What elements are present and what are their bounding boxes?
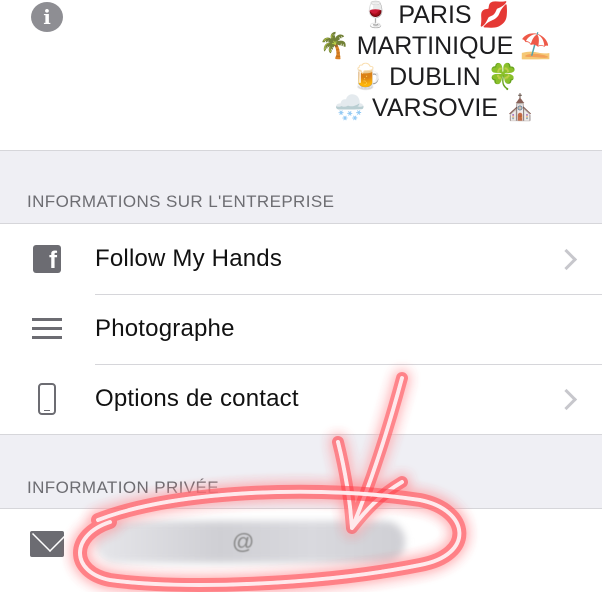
- category-label: Photographe: [95, 315, 235, 342]
- info-icon[interactable]: i: [31, 2, 63, 32]
- row-category: Photographe: [0, 294, 602, 364]
- bio-line-varsovie: 🌨️ VARSOVIE ⛪: [333, 94, 537, 122]
- facebook-page-label: Follow My Hands: [95, 245, 283, 272]
- company-info-group: f Follow My Hands Photographe Options de…: [0, 223, 602, 435]
- bio-line-paris: 🍷 PARIS 💋: [360, 1, 510, 29]
- contact-options-label: Options de contact: [95, 385, 299, 412]
- phone-icon: [30, 382, 64, 416]
- list-icon: [30, 312, 64, 346]
- mail-icon: [30, 527, 64, 561]
- company-section-header: INFORMATIONS SUR L'ENTREPRISE: [27, 192, 335, 211]
- row-email[interactable]: @: [0, 509, 602, 579]
- email-at-fragment: @: [232, 529, 255, 554]
- bio-line-dublin: 🍺 DUBLIN 🍀: [351, 63, 519, 91]
- bio-text: 🍷 PARIS 💋 🌴 MARTINIQUE ⛱️ 🍺 DUBLIN 🍀 🌨️ …: [300, 0, 570, 124]
- row-contact-options[interactable]: Options de contact: [0, 364, 602, 434]
- chevron-right-icon: [555, 388, 578, 410]
- chevron-right-icon: [555, 248, 578, 270]
- profile-bio-card: i 🍷 PARIS 💋 🌴 MARTINIQUE ⛱️ 🍺 DUBLIN 🍀 🌨…: [0, 0, 602, 151]
- private-info-group: @: [0, 508, 602, 599]
- row-facebook-page[interactable]: f Follow My Hands: [0, 224, 602, 294]
- private-section-header: INFORMATION PRIVÉE: [27, 478, 220, 497]
- bio-line-martinique: 🌴 MARTINIQUE ⛱️: [318, 32, 552, 60]
- facebook-icon: f: [30, 242, 64, 276]
